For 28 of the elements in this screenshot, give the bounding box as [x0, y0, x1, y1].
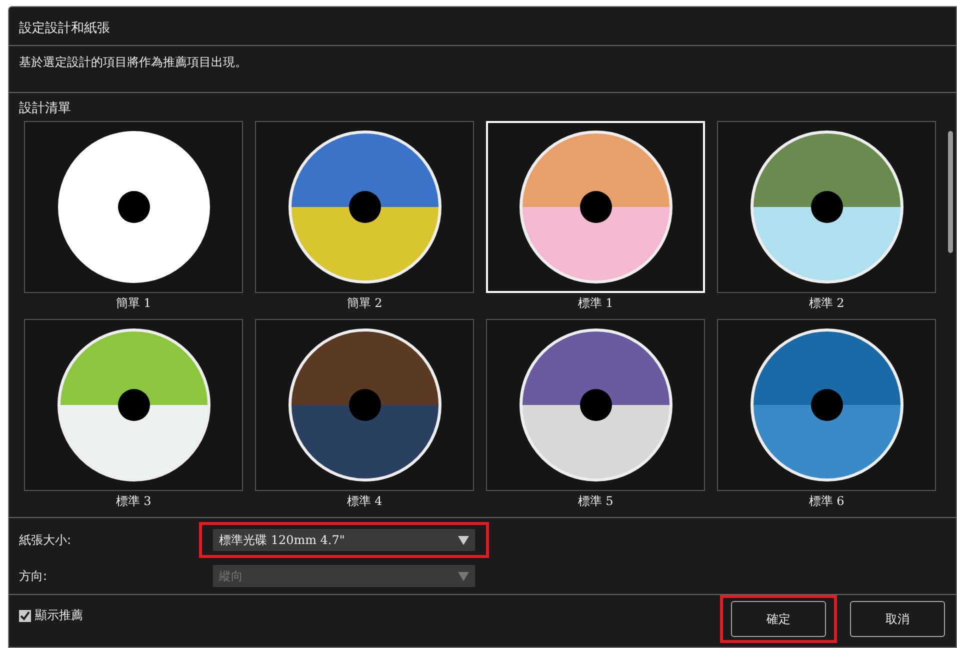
- caret-icon: [458, 572, 469, 580]
- caret-icon: [458, 536, 469, 544]
- design-thumbnail[interactable]: [24, 121, 243, 293]
- design-label: 標準 3: [116, 493, 152, 510]
- design-thumbnail[interactable]: [486, 319, 705, 491]
- design-label: 標準 6: [808, 493, 844, 510]
- scrollbar-thumb[interactable]: [948, 131, 953, 253]
- window-title: 設定設計和紙張: [9, 7, 956, 46]
- checkbox[interactable]: [19, 610, 31, 622]
- checkbox-label: 顯示推薦: [35, 607, 83, 624]
- design-label: 標準 1: [578, 295, 614, 312]
- design-thumbnail[interactable]: [255, 121, 474, 293]
- design-thumbnail[interactable]: [24, 319, 243, 491]
- dialog-button[interactable]: 取消: [850, 601, 945, 637]
- design-thumbnail[interactable]: [717, 121, 936, 293]
- design-label: 標準 5: [578, 493, 614, 510]
- description-text: 基於選定設計的項目將作為推薦項目出現。: [19, 55, 247, 69]
- setting-label: 紙張大小:: [19, 532, 72, 548]
- design-label: 標準 2: [808, 295, 844, 312]
- dialog-button[interactable]: 確定: [731, 601, 826, 637]
- design-label: 簡單 1: [116, 295, 152, 312]
- design-label: 標準 4: [346, 493, 382, 510]
- design-thumbnail[interactable]: [255, 319, 474, 491]
- design-thumbnail[interactable]: [717, 319, 936, 491]
- section-heading: 設計清單: [18, 100, 72, 118]
- dropdown[interactable]: 標準光碟 120mm 4.7": [213, 529, 475, 551]
- design-label: 簡單 2: [346, 295, 382, 312]
- setting-label: 方向:: [19, 568, 48, 584]
